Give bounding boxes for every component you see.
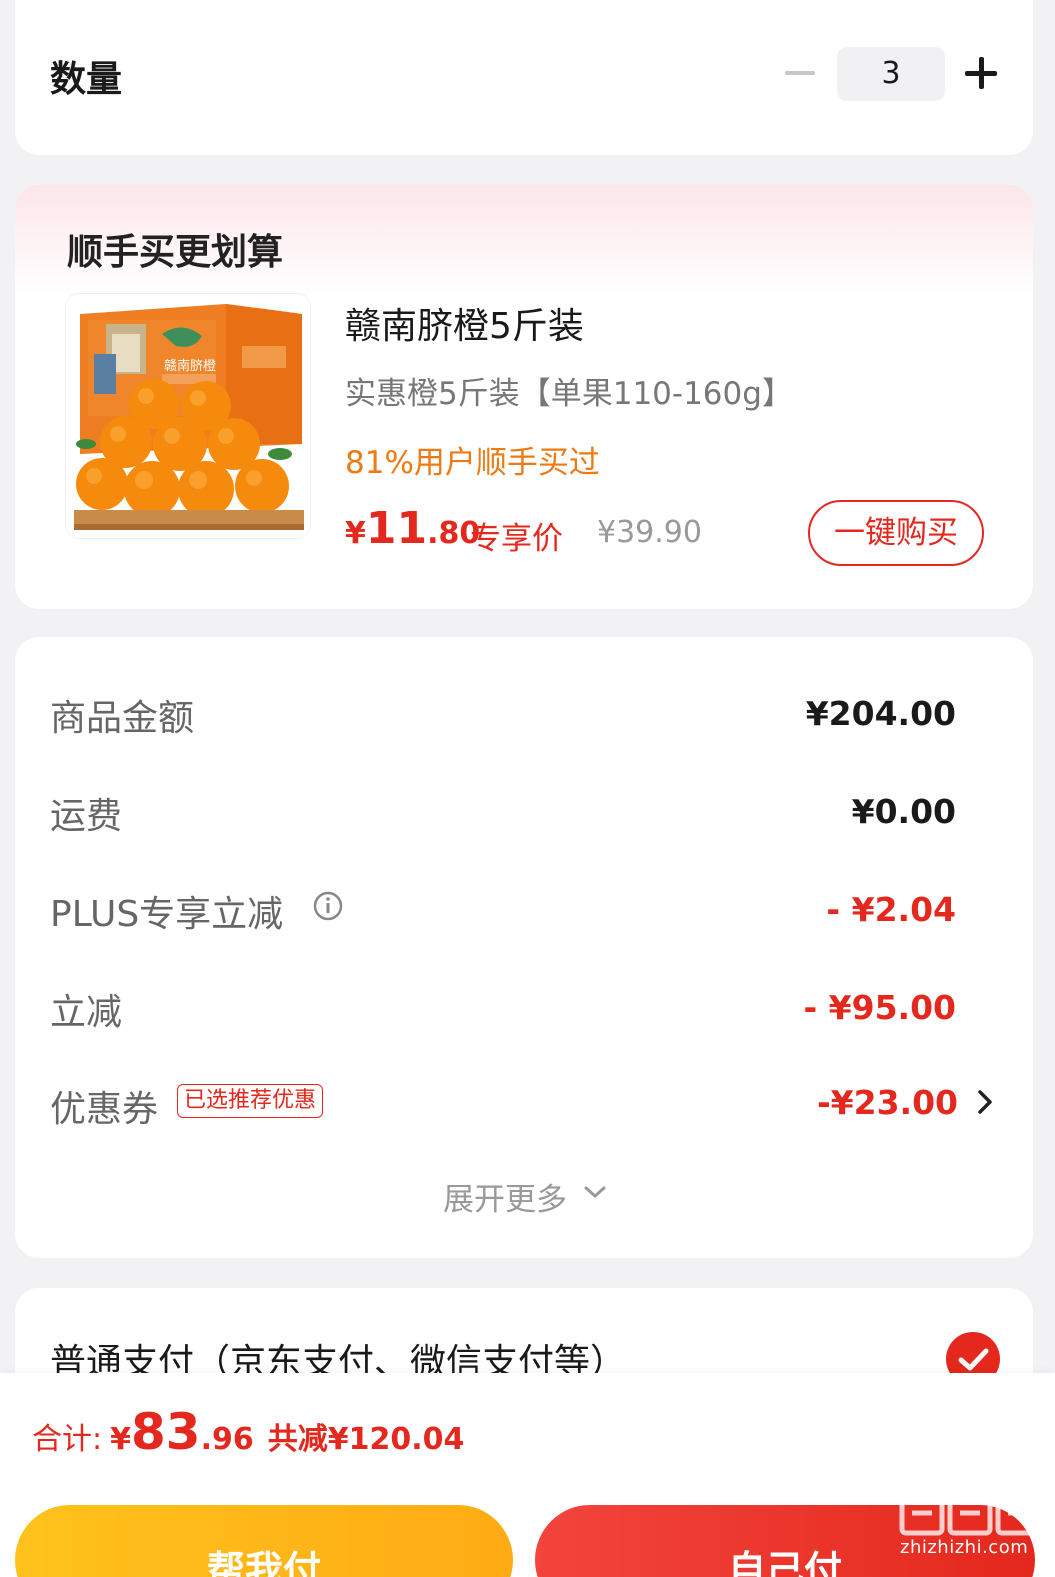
row-value-shipping: ¥0.00 bbox=[851, 792, 956, 831]
quantity-card: 数量 3 bbox=[15, 0, 1033, 155]
price-breakdown-card: 商品金额 ¥204.00 运费 ¥0.00 PLUS专享立减 - ¥2.04 立… bbox=[15, 637, 1033, 1258]
orange-box-image: 赣南脐橙 bbox=[66, 294, 310, 538]
order-total: 合计: ¥83.96 共减¥120.04 bbox=[32, 1403, 464, 1461]
total-integer: 83 bbox=[130, 1403, 201, 1461]
total-label: 合计: bbox=[32, 1422, 103, 1457]
row-value-plus-discount: - ¥2.04 bbox=[826, 890, 956, 929]
expand-more-link[interactable]: 展开更多 bbox=[443, 1174, 567, 1219]
price-integer: 11 bbox=[365, 503, 428, 554]
price-symbol: ¥ bbox=[345, 516, 366, 551]
product-name[interactable]: 赣南脐橙5斤装 bbox=[345, 297, 584, 349]
quantity-decrease-button[interactable] bbox=[785, 57, 815, 87]
watermark-text: zhizhizhi.com bbox=[900, 1537, 1029, 1558]
row-value-coupon[interactable]: -¥23.00 bbox=[817, 1083, 958, 1122]
coupon-badge: 已选推荐优惠 bbox=[177, 1084, 324, 1118]
row-label-shipping: 运费 bbox=[50, 796, 123, 837]
product-tag: 81%用户顺手买过 bbox=[345, 445, 600, 481]
chevron-right-icon[interactable] bbox=[975, 1088, 995, 1116]
chevron-down-icon[interactable] bbox=[583, 1184, 607, 1200]
row-label-coupon[interactable]: 优惠券 bbox=[50, 1080, 158, 1132]
one-click-buy-button[interactable]: 一键购买 bbox=[808, 500, 984, 566]
price-tag-label: 专享价 bbox=[470, 521, 563, 557]
product-price: ¥11.80 bbox=[345, 503, 480, 554]
row-value-goods-amount: ¥204.00 bbox=[805, 694, 956, 733]
total-saved: 共减¥120.04 bbox=[267, 1422, 465, 1457]
info-icon[interactable] bbox=[312, 890, 344, 922]
quantity-value[interactable]: 3 bbox=[837, 47, 945, 101]
row-label-plus-discount: PLUS专享立减 bbox=[50, 894, 284, 935]
row-label-goods-amount: 商品金额 bbox=[50, 698, 195, 739]
upsell-card: 顺手买更划算 赣南脐橙 赣南脐橙5斤装 实惠橙5斤装【单果110-160g】 8… bbox=[15, 185, 1033, 609]
quantity-increase-button[interactable] bbox=[965, 57, 997, 89]
help-me-pay-button[interactable]: 帮我付 bbox=[15, 1505, 513, 1577]
quantity-label: 数量 bbox=[50, 59, 123, 100]
total-decimal: .96 bbox=[200, 1422, 254, 1457]
total-symbol: ¥ bbox=[110, 1422, 131, 1457]
svg-text:赣南脐橙: 赣南脐橙 bbox=[164, 358, 216, 374]
product-spec: 实惠橙5斤装【单果110-160g】 bbox=[345, 376, 793, 412]
original-price: ¥39.90 bbox=[597, 515, 702, 550]
checkout-bar: 合计: ¥83.96 共减¥120.04 帮我付 自己付 zhizhizhi.com bbox=[0, 1373, 1055, 1577]
upsell-title: 顺手买更划算 bbox=[67, 232, 284, 273]
product-image[interactable]: 赣南脐橙 bbox=[65, 293, 311, 539]
row-value-instant-discount: - ¥95.00 bbox=[803, 988, 956, 1027]
row-label-instant-discount: 立减 bbox=[50, 992, 123, 1033]
